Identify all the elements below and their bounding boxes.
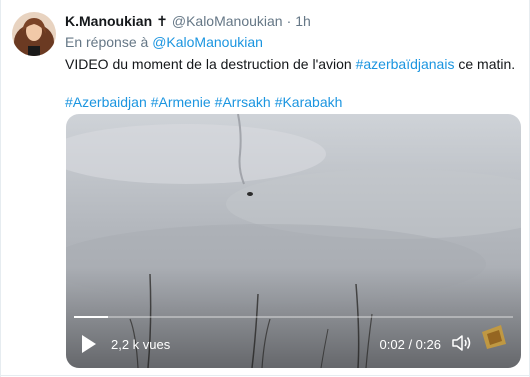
cross-symbol: ✝ [156,13,168,29]
video-time: 0:02 / 0:26 [379,337,441,352]
progress-fill [74,316,108,318]
avatar-image [12,12,56,56]
broadcaster-logo-icon [482,325,506,349]
avatar[interactable] [12,12,56,56]
play-button[interactable] [80,334,98,354]
hashtag-link-azerbaidjanais[interactable]: #azerbaïdjanais [356,56,455,72]
tweet-content: K.Manoukian ✝ @KaloManoukian · 1h En rép… [65,12,517,112]
separator-dot: · [286,13,292,29]
view-count: 2,2 k vues [111,337,171,352]
broadcaster-logo [479,322,509,352]
hashtag-list: #Azerbaidjan #Armenie #Arrsakh #Karabakh [65,93,517,112]
tweet-container: K.Manoukian ✝ @KaloManoukian · 1h En rép… [0,0,530,377]
tweet-text: VIDEO du moment de la destruction de l'a… [65,55,517,74]
hashtag-link[interactable]: #Azerbaidjan [65,94,147,110]
hashtag-link[interactable]: #Armenie [151,94,211,110]
reply-prefix: En réponse à [65,34,149,50]
progress-bar[interactable] [74,316,513,318]
tweet-text-after: ce matin. [454,56,516,72]
tweet-text-before: VIDEO du moment de la destruction de l'a… [65,56,356,72]
reply-handle-link[interactable]: @KaloManoukian [152,34,263,50]
play-icon [82,335,96,353]
video-player[interactable]: 2,2 k vues 0:02 / 0:26 [66,114,521,368]
tweet-timestamp[interactable]: 1h [295,12,311,31]
tweet-header: K.Manoukian ✝ @KaloManoukian · 1h [65,12,517,31]
reply-context: En réponse à @KaloManoukian [65,33,517,52]
hashtag-link[interactable]: #Karabakh [275,94,343,110]
hashtag-link[interactable]: #Arrsakh [215,94,271,110]
author-handle[interactable]: @KaloManoukian [172,12,283,31]
volume-button[interactable] [451,333,473,353]
author-name[interactable]: K.Manoukian [65,12,152,31]
volume-icon [452,335,471,351]
video-frame [66,114,521,368]
divider [1,375,529,376]
